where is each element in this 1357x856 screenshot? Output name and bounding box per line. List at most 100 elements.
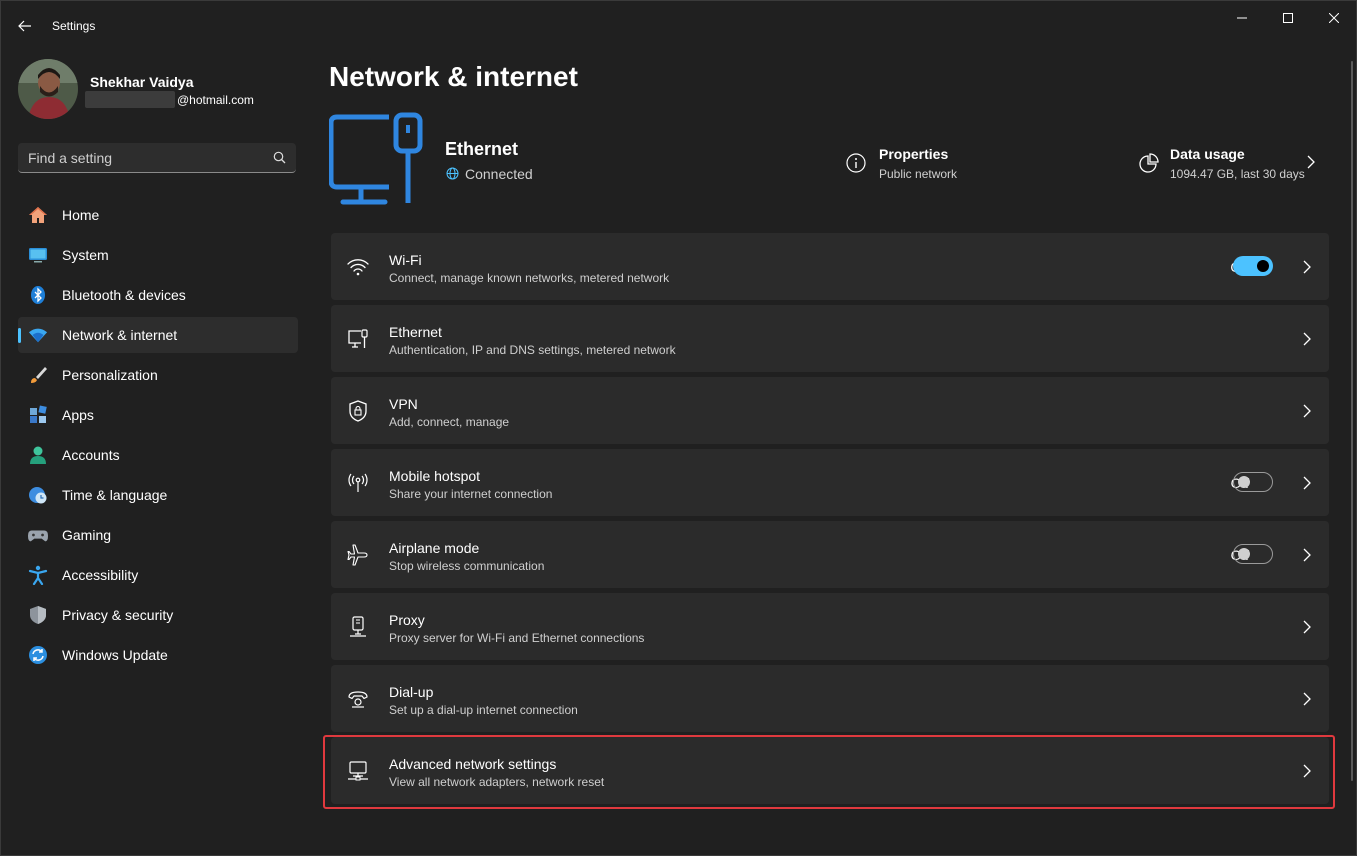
mobile-hotspot-card[interactable]: Mobile hotspot Share your internet conne… <box>331 449 1329 516</box>
sidebar-item-time-language[interactable]: Time & language <box>18 477 298 513</box>
minimize-button[interactable] <box>1219 5 1265 31</box>
card-title: Advanced network settings <box>389 756 557 772</box>
search-input[interactable] <box>28 148 258 168</box>
chevron-right-icon <box>1303 548 1311 567</box>
airplane-mode-toggle[interactable] <box>1233 544 1273 564</box>
accounts-icon <box>28 445 48 465</box>
card-title: Airplane mode <box>389 540 480 556</box>
card-subtitle: Proxy server for Wi-Fi and Ethernet conn… <box>389 631 645 645</box>
advanced-network-icon <box>347 760 369 782</box>
toggle-knob <box>1257 260 1269 272</box>
sidebar-item-label: Accessibility <box>62 567 139 583</box>
toggle-knob <box>1238 548 1250 560</box>
wifi-toggle[interactable] <box>1233 256 1273 276</box>
ethernet-hero-icon <box>328 111 425 212</box>
search-box[interactable] <box>18 143 296 173</box>
settings-window: Settings Shekhar Vaidya @hotmail.com Fin… <box>0 0 1357 856</box>
avatar[interactable] <box>18 59 78 119</box>
title-bar: Settings <box>1 1 1356 49</box>
search-icon[interactable] <box>273 151 286 164</box>
sidebar-item-label: Bluetooth & devices <box>62 287 186 303</box>
close-button[interactable] <box>1311 5 1357 31</box>
close-icon <box>1329 13 1339 23</box>
proxy-icon <box>347 616 369 638</box>
vpn-shield-icon <box>347 400 369 422</box>
system-icon <box>28 245 48 265</box>
maximize-button[interactable] <box>1265 5 1311 31</box>
data-usage-icon[interactable] <box>1137 153 1159 180</box>
scrollbar[interactable] <box>1351 61 1353 781</box>
airplane-mode-card[interactable]: Airplane mode Stop wireless communicatio… <box>331 521 1329 588</box>
proxy-card[interactable]: Proxy Proxy server for Wi-Fi and Etherne… <box>331 593 1329 660</box>
card-subtitle: Stop wireless communication <box>389 559 545 573</box>
sidebar-item-personalization[interactable]: Personalization <box>18 357 298 393</box>
data-usage-link[interactable]: Data usage <box>1170 146 1245 162</box>
sidebar-item-label: Gaming <box>62 527 112 543</box>
sidebar-item-system[interactable]: System <box>18 237 298 273</box>
back-arrow-icon <box>18 20 31 32</box>
card-title: Wi-Fi <box>389 252 422 268</box>
card-subtitle: Set up a dial-up internet connection <box>389 703 578 717</box>
bluetooth-icon <box>28 285 48 305</box>
ethernet-card[interactable]: Ethernet Authentication, IP and DNS sett… <box>331 305 1329 372</box>
gamepad-icon <box>28 525 48 545</box>
sidebar-item-label: Network & internet <box>62 327 178 343</box>
sidebar-item-apps[interactable]: Apps <box>18 397 298 433</box>
wifi-icon <box>28 325 48 345</box>
settings-list: Wi-Fi Connect, manage known networks, me… <box>331 233 1329 809</box>
user-name: Shekhar Vaidya <box>90 74 194 90</box>
user-email: @hotmail.com <box>177 93 254 107</box>
card-title: Mobile hotspot <box>389 468 481 484</box>
properties-link[interactable]: Properties <box>879 146 948 162</box>
sidebar-item-gaming[interactable]: Gaming <box>18 517 298 553</box>
sidebar-item-label: Privacy & security <box>62 607 174 623</box>
sidebar-item-home[interactable]: Home <box>18 197 298 233</box>
update-icon <box>28 645 48 665</box>
clock-globe-icon <box>28 485 48 505</box>
chevron-right-icon <box>1303 476 1311 495</box>
minimize-icon <box>1237 17 1247 19</box>
sidebar-item-label: Personalization <box>62 367 158 383</box>
chevron-right-icon[interactable] <box>1307 155 1315 174</box>
brush-icon <box>28 365 48 385</box>
sidebar-item-accessibility[interactable]: Accessibility <box>18 557 298 593</box>
sidebar-item-bluetooth[interactable]: Bluetooth & devices <box>18 277 298 313</box>
chevron-right-icon <box>1303 332 1311 351</box>
chevron-right-icon <box>1303 692 1311 711</box>
card-subtitle: Add, connect, manage <box>389 415 510 429</box>
card-subtitle: Connect, manage known networks, metered … <box>389 271 670 285</box>
card-title: Dial-up <box>389 684 434 700</box>
mobile-hotspot-toggle[interactable] <box>1233 472 1273 492</box>
sidebar-item-windows-update[interactable]: Windows Update <box>18 637 298 673</box>
back-button[interactable] <box>11 13 39 39</box>
shield-icon <box>28 605 48 625</box>
app-title: Settings <box>52 19 96 33</box>
chevron-right-icon <box>1303 260 1311 279</box>
connection-name: Ethernet <box>445 139 519 159</box>
data-usage-subtitle: 1094.47 GB, last 30 days <box>1170 167 1305 181</box>
chevron-right-icon <box>1303 404 1311 423</box>
sidebar-item-label: System <box>62 247 109 263</box>
sidebar-item-label: Home <box>62 207 100 223</box>
wifi-card[interactable]: Wi-Fi Connect, manage known networks, me… <box>331 233 1329 300</box>
sidebar-item-privacy[interactable]: Privacy & security <box>18 597 298 633</box>
hotspot-icon <box>347 472 369 494</box>
dial-up-card[interactable]: Dial-up Set up a dial-up internet connec… <box>331 665 1329 732</box>
info-icon[interactable] <box>846 153 866 178</box>
vpn-card[interactable]: VPN Add, connect, manage <box>331 377 1329 444</box>
card-subtitle: Authentication, IP and DNS settings, met… <box>389 343 676 357</box>
sidebar-item-accounts[interactable]: Accounts <box>18 437 298 473</box>
card-title: VPN <box>389 396 418 412</box>
maximize-icon <box>1283 13 1293 23</box>
card-subtitle: View all network adapters, network reset <box>389 775 605 789</box>
card-title: Ethernet <box>389 324 442 340</box>
dialup-icon <box>347 688 369 710</box>
card-title: Proxy <box>389 612 425 628</box>
connection-status: Connected <box>465 166 533 182</box>
chevron-right-icon <box>1303 620 1311 639</box>
apps-icon <box>28 405 48 425</box>
advanced-network-settings-card[interactable]: Advanced network settings View all netwo… <box>331 737 1329 804</box>
wifi-icon <box>347 256 369 278</box>
toggle-knob <box>1238 476 1250 488</box>
sidebar-item-network[interactable]: Network & internet <box>18 317 298 353</box>
